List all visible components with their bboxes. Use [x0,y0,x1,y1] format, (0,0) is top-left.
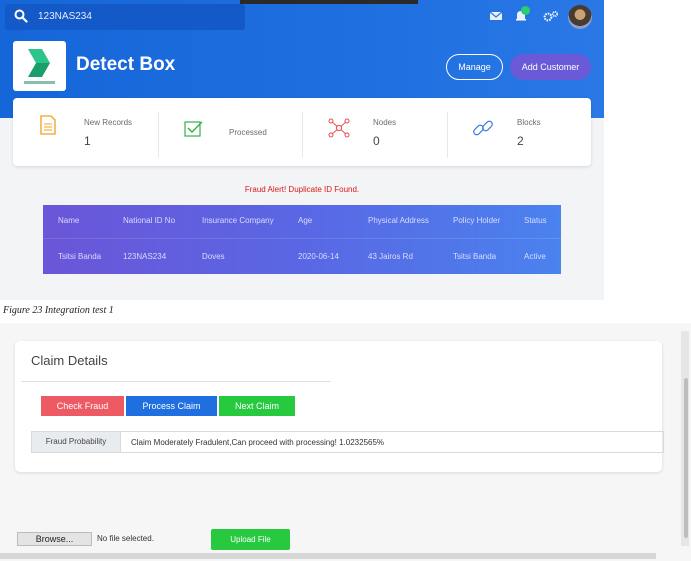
column-header: Physical Address [368,216,429,225]
fraud-probability-value: Claim Moderately Fradulent,Can proceed w… [131,438,385,447]
search-bar[interactable]: 123NAS234 [5,4,245,30]
file-status: No file selected. [97,534,154,543]
stats-card: New Records 1 Processed Nodes 0 Blocks 2 [13,98,591,166]
stat-label: Processed [229,128,267,137]
column-header: National ID No [123,216,176,225]
stat-label: Blocks [517,118,541,127]
dashboard-screenshot: 123NAS234 Detect Box Manage Add Customer [0,0,604,300]
table-cell: Doves [202,252,225,261]
records-table: Name National ID No Insurance Company Ag… [43,205,561,274]
link-icon [473,120,493,136]
fraud-probability-field: Fraud Probability Claim Moderately Fradu… [31,431,664,453]
column-header: Policy Holder [453,216,501,225]
check-fraud-button[interactable]: Check Fraud [41,396,124,416]
window-strip [240,0,418,4]
stat-new-records: New Records 1 [13,98,158,166]
stat-value: 1 [84,134,91,148]
stat-label: Nodes [373,118,397,127]
detectbox-logo [13,41,66,91]
stat-label: New Records [84,118,133,127]
mail-icon[interactable] [489,10,503,22]
stat-nodes: Nodes 0 [303,98,447,166]
column-header: Age [298,216,313,225]
stat-blocks: Blocks 2 [448,98,591,166]
gears-icon[interactable] [543,10,559,22]
manage-button[interactable]: Manage [446,54,503,80]
row-divider [43,238,561,239]
top-bar: 123NAS234 [0,0,604,32]
table-cell: Tsitsi Banda [453,252,497,261]
next-claim-button[interactable]: Next Claim [219,396,295,416]
table-cell: Active [524,252,546,261]
browse-button[interactable]: Browse... [17,532,92,546]
card-title: Claim Details [31,353,108,368]
table-cell: 2020-06-14 [298,252,339,261]
column-header: Insurance Company [202,216,274,225]
process-claim-button[interactable]: Process Claim [126,396,217,416]
divider [21,381,331,382]
check-square-icon [184,121,203,137]
brand-title: Detect Box [76,54,176,75]
user-avatar[interactable] [568,5,592,29]
document-icon [40,115,56,135]
column-header: Name [58,216,80,225]
fraud-alert: Fraud Alert! Duplicate ID Found. [244,185,360,194]
fraud-probability-label: Fraud Probability [32,432,121,452]
stat-value: 2 [517,134,524,148]
nodes-icon [328,118,350,138]
logo-mark-icon [24,49,55,84]
table-cell: Tsitsi Banda [58,252,102,261]
claim-details-card: Claim Details Check Fraud Process Claim … [15,341,664,472]
table-cell: 123NAS234 [123,252,167,261]
search-icon [14,9,28,23]
column-header: Status [524,216,547,225]
figure-caption: Figure 23 Integration test 1 [3,305,114,316]
add-customer-button[interactable]: Add Customer [510,54,591,80]
stat-processed: Processed [159,98,302,166]
scrollbar-thumb[interactable] [684,378,688,538]
upload-file-button[interactable]: Upload File [211,529,290,550]
table-cell: 43 Jairos Rd [368,252,413,261]
stat-value: 0 [373,134,380,148]
search-input[interactable]: 123NAS234 [38,11,92,22]
notification-badge [521,6,530,15]
claim-screenshot: Claim Details Check Fraud Process Claim … [0,323,691,561]
horizontal-scrollbar[interactable] [0,553,656,559]
